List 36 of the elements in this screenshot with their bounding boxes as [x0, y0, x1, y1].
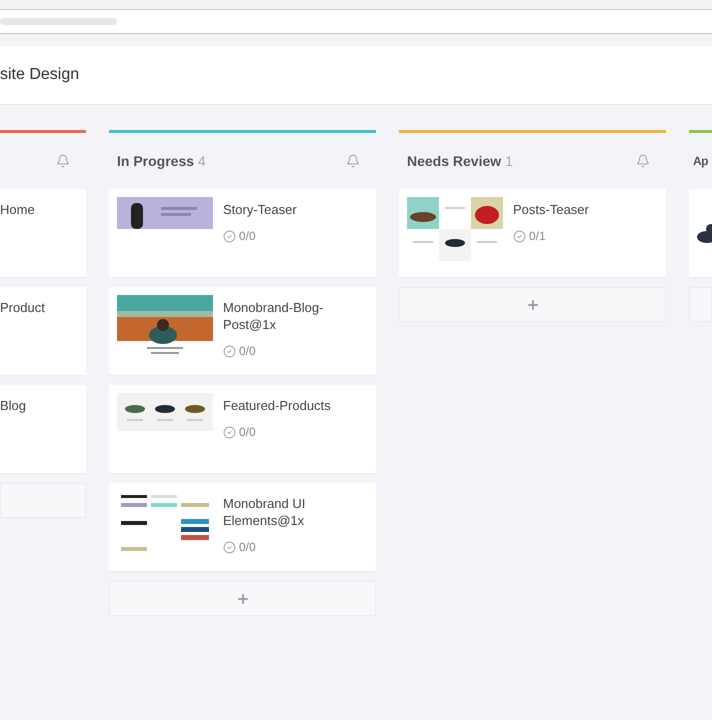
task-card[interactable]: [689, 189, 712, 277]
task-card[interactable]: Posts-Teaser 0/1: [399, 189, 666, 277]
checklist-count: 0/0: [239, 424, 256, 441]
card-title: Featured-Products: [223, 397, 332, 414]
plus-icon: [526, 298, 540, 312]
task-card[interactable]: Blog: [0, 385, 86, 473]
bell-icon[interactable]: [56, 154, 70, 168]
card-title: Posts-Teaser: [513, 201, 590, 218]
plus-icon: [236, 592, 250, 606]
task-card[interactable]: Monobrand-Blog-Post@1x 0/0: [109, 287, 376, 375]
card-title: Blog: [0, 397, 28, 414]
checklist-icon: [223, 230, 236, 242]
board-title: site Design: [0, 65, 80, 85]
card-title: Story-Teaser: [223, 201, 298, 218]
checklist-count: 0/0: [239, 228, 256, 245]
bell-icon[interactable]: [636, 154, 650, 168]
checklist-count: 0/0: [239, 539, 256, 556]
checklist-icon: [513, 230, 526, 242]
card-title: Home: [0, 201, 36, 218]
card-title: Monobrand UI Elements@1x: [223, 495, 306, 529]
column-title: Needs Review 1: [406, 152, 513, 170]
checklist-icon: [223, 344, 236, 358]
task-card[interactable]: Product: [0, 287, 86, 375]
task-card[interactable]: Featured-Products 0/0: [109, 385, 376, 473]
checklist-count: 0/1: [529, 228, 546, 245]
task-card[interactable]: Home: [0, 189, 86, 277]
checklist-count: 0/0: [239, 343, 256, 360]
card-title: Monobrand-Blog-Post@1x: [223, 299, 324, 333]
task-card[interactable]: Monobrand UI Elements@1x 0/0: [109, 483, 376, 571]
checklist-icon: [223, 540, 236, 554]
column-title: In Progress 4: [116, 152, 206, 171]
checklist-icon: [223, 426, 236, 438]
card-title: Product: [0, 299, 46, 316]
task-card[interactable]: Story-Teaser 0/0: [109, 189, 376, 277]
column-title: Ap: [692, 153, 708, 170]
bell-icon[interactable]: [346, 154, 360, 168]
